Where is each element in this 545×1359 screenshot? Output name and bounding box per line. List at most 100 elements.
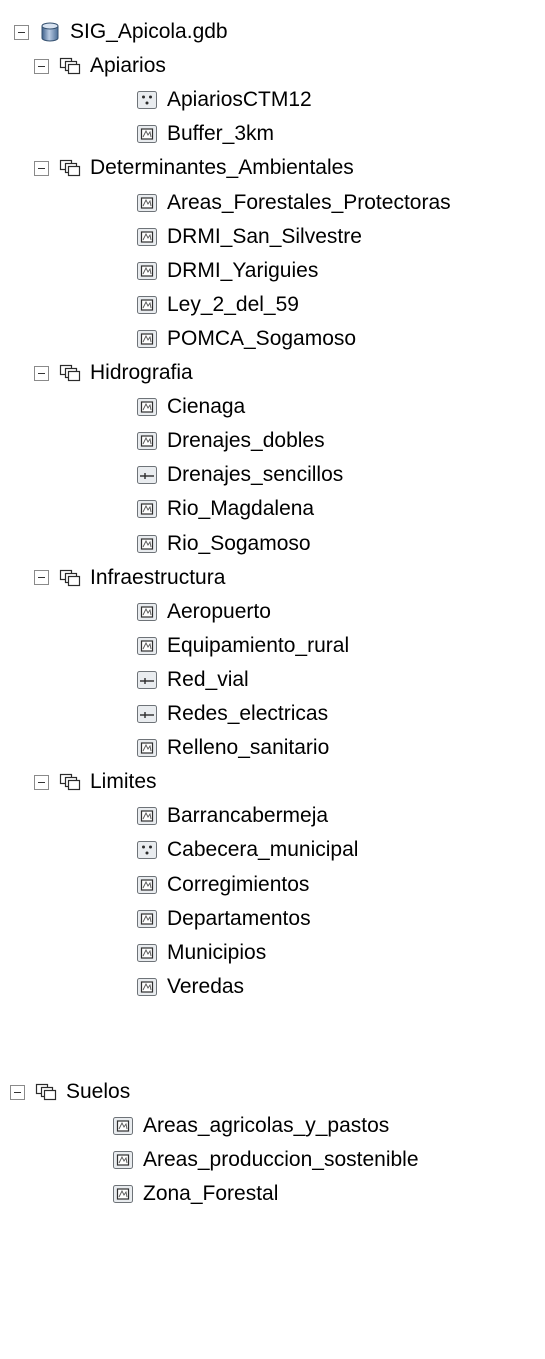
minus-icon [18,31,25,33]
tree-item-aeropuerto[interactable]: Aeropuerto [136,595,271,629]
tree-item-aeropuerto-label: Aeropuerto [167,599,271,623]
tree-dataset-determinantes-ambientales[interactable]: Determinantes_Ambientales [34,151,354,185]
line-feature-class-icon [136,670,158,690]
feature-dataset-icon [59,363,81,383]
tree-item-cienaga[interactable]: Cienaga [136,390,245,424]
minus-icon [38,577,45,579]
tree-item-departamentos[interactable]: Departamentos [136,902,311,936]
feature-dataset-icon [35,1082,57,1102]
tree-item-cabecera-municipal-label: Cabecera_municipal [167,838,359,862]
collapse-toggle[interactable] [34,774,49,790]
tree-item-areas-produccion-sostenible[interactable]: Areas_produccion_sostenible [112,1143,419,1177]
tree-item-rio-sogamoso[interactable]: Rio_Sogamoso [136,527,311,561]
tree-item-apiariosctm12-label: ApiariosCTM12 [167,88,312,112]
database-icon [39,22,61,42]
tree-item-zona-forestal[interactable]: Zona_Forestal [112,1177,278,1211]
tree-item-municipios-label: Municipios [167,940,267,964]
collapse-toggle[interactable] [34,570,49,586]
tree-item-relleno-sanitario[interactable]: Relleno_sanitario [136,731,329,765]
tree-item-cabecera-municipal[interactable]: Cabecera_municipal [136,833,358,867]
tree-item-drmi-yariguies[interactable]: DRMI_Yariguies [136,254,318,288]
tree-item-veredas[interactable]: Veredas [136,970,244,1004]
collapse-toggle[interactable] [10,1084,25,1100]
polygon-feature-class-icon [136,806,158,826]
tree-item-areas-agricolas-y-pastos-label: Areas_agricolas_y_pastos [143,1114,390,1138]
polygon-feature-class-icon [136,909,158,929]
polygon-feature-class-icon [136,431,158,451]
tree-item-rio-sogamoso-label: Rio_Sogamoso [167,531,311,555]
minus-icon [38,167,45,169]
point-feature-class-icon [136,90,158,110]
tree-item-redes-electricas[interactable]: Redes_electricas [136,697,328,731]
polygon-feature-class-icon [136,875,158,895]
polygon-feature-class-icon [112,1184,134,1204]
tree-item-pomca-sogamoso[interactable]: POMCA_Sogamoso [136,322,356,356]
line-feature-class-icon [136,465,158,485]
polygon-feature-class-icon [136,227,158,247]
tree-item-drmi-yariguies-label: DRMI_Yariguies [167,258,319,282]
tree-item-corregimientos[interactable]: Corregimientos [136,868,309,902]
tree-item-relleno-sanitario-label: Relleno_sanitario [167,736,330,760]
tree-item-equipamiento-rural-label: Equipamiento_rural [167,633,350,657]
polygon-feature-class-icon [136,397,158,417]
tree-item-barrancabermeja[interactable]: Barrancabermeja [136,799,328,833]
polygon-feature-class-icon [136,602,158,622]
polygon-feature-class-icon [136,636,158,656]
minus-icon [38,781,45,783]
tree-dataset-suelos[interactable]: Suelos [10,1075,130,1109]
tree-item-red-vial-label: Red_vial [167,667,249,691]
polygon-feature-class-icon [112,1116,134,1136]
tree-dataset-infraestructura[interactable]: Infraestructura [34,561,225,595]
tree-item-municipios[interactable]: Municipios [136,936,266,970]
tree-item-ley-2-del-59[interactable]: Ley_2_del_59 [136,288,299,322]
collapse-toggle[interactable] [14,24,29,40]
tree-item-drmi-san-silvestre[interactable]: DRMI_San_Silvestre [136,220,362,254]
tree-dataset-hidrografia[interactable]: Hidrografia [34,356,193,390]
tree-item-barrancabermeja-label: Barrancabermeja [167,804,329,828]
point-feature-class-icon [136,840,158,860]
tree-item-areas-forestales-protectoras[interactable]: Areas_Forestales_Protectoras [136,186,451,220]
feature-dataset-icon [59,158,81,178]
tree-item-ley-2-del-59-label: Ley_2_del_59 [167,292,299,316]
feature-dataset-icon [59,56,81,76]
tree-item-drenajes-dobles[interactable]: Drenajes_dobles [136,424,325,458]
tree-dataset-limites[interactable]: Limites [34,765,157,799]
tree-item-rio-magdalena[interactable]: Rio_Magdalena [136,492,314,526]
tree-item-drmi-san-silvestre-label: DRMI_San_Silvestre [167,224,362,248]
collapse-toggle[interactable] [34,365,49,381]
tree-item-drenajes-dobles-label: Drenajes_dobles [167,429,325,453]
polygon-feature-class-icon [136,261,158,281]
tree-item-red-vial[interactable]: Red_vial [136,663,249,697]
tree-item-areas-forestales-protectoras-label: Areas_Forestales_Protectoras [167,190,451,214]
minus-icon [14,1091,21,1093]
feature-dataset-icon [59,568,81,588]
tree-dataset-infraestructura-label: Infraestructura [90,565,226,589]
polygon-feature-class-icon [136,193,158,213]
tree-item-areas-agricolas-y-pastos[interactable]: Areas_agricolas_y_pastos [112,1109,389,1143]
tree-item-buffer-3km-label: Buffer_3km [167,122,274,146]
polygon-feature-class-icon [136,295,158,315]
tree-item-departamentos-label: Departamentos [167,906,311,930]
tree-node-root-label: SIG_Apicola.gdb [70,20,228,43]
tree-item-apiariosctm12[interactable]: ApiariosCTM12 [136,83,312,117]
tree-item-equipamiento-rural[interactable]: Equipamiento_rural [136,629,349,663]
tree-node-root[interactable]: SIG_Apicola.gdb [14,15,228,49]
tree-item-drenajes-sencillos-label: Drenajes_sencillos [167,463,344,487]
tree-dataset-limites-label: Limites [90,770,157,794]
collapse-toggle[interactable] [34,58,49,74]
tree-item-zona-forestal-label: Zona_Forestal [143,1182,279,1206]
minus-icon [38,65,45,67]
tree-dataset-apiarios[interactable]: Apiarios [34,49,166,83]
minus-icon [38,372,45,374]
feature-dataset-icon [59,772,81,792]
line-feature-class-icon [136,704,158,724]
collapse-toggle[interactable] [34,160,49,176]
tree-item-veredas-label: Veredas [167,974,245,998]
polygon-feature-class-icon [112,1150,134,1170]
polygon-feature-class-icon [136,738,158,758]
polygon-feature-class-icon [136,977,158,997]
tree-item-buffer-3km[interactable]: Buffer_3km [136,117,274,151]
tree-item-pomca-sogamoso-label: POMCA_Sogamoso [167,326,357,350]
tree-item-rio-magdalena-label: Rio_Magdalena [167,497,315,521]
tree-item-drenajes-sencillos[interactable]: Drenajes_sencillos [136,458,343,492]
